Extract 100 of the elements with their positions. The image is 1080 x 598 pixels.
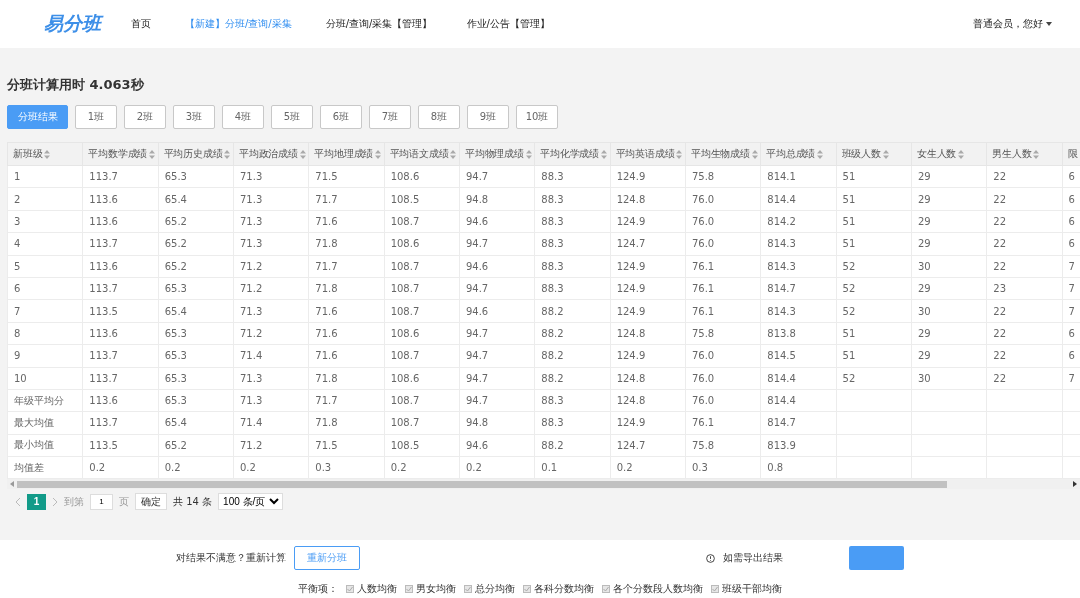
nav-link[interactable]: 分班/查询/采集【管理】	[325, 17, 433, 31]
scroll-left-icon[interactable]	[10, 481, 14, 488]
table-cell: 29	[911, 187, 987, 211]
column-header[interactable]: 平均语文成绩	[384, 142, 460, 166]
column-header[interactable]: 女生人数	[911, 142, 987, 166]
nav-link[interactable]: 首页	[131, 17, 151, 31]
class-tab[interactable]: 5班	[271, 105, 313, 129]
table-cell: 71.6	[308, 210, 385, 233]
column-header[interactable]: 平均历史成绩	[158, 142, 234, 166]
sort-icon[interactable]	[224, 149, 231, 159]
sort-icon[interactable]	[450, 149, 457, 159]
class-tab[interactable]: 7班	[369, 105, 411, 129]
table-cell: 65.3	[158, 367, 234, 390]
sort-icon[interactable]	[1033, 149, 1040, 159]
table-cell: 94.6	[459, 255, 535, 278]
table-cell: 113.5	[82, 434, 159, 457]
column-header[interactable]: 平均数学成绩	[82, 142, 159, 166]
table-cell: 71.6	[308, 322, 385, 345]
table-cell: 22	[986, 367, 1063, 390]
table-cell: 71.8	[308, 277, 385, 300]
table-cell: 94.7	[459, 165, 535, 188]
column-header[interactable]: 平均政治成绩	[233, 142, 309, 166]
table-cell: 52	[836, 367, 912, 390]
column-header[interactable]: 平均化学成绩	[534, 142, 611, 166]
table-cell: 51	[836, 165, 912, 188]
column-header[interactable]: 男生人数	[986, 142, 1063, 166]
table-cell: 94.6	[459, 299, 535, 323]
table-cell: 75.8	[685, 165, 761, 188]
class-tab[interactable]: 2班	[124, 105, 166, 129]
nav-link[interactable]: 作业/公告【管理】	[466, 17, 550, 31]
table-cell: 124.7	[610, 434, 686, 457]
page-size-select[interactable]: 100 条/页	[218, 493, 284, 511]
sort-icon[interactable]	[676, 149, 683, 159]
scroll-right-icon[interactable]	[1073, 481, 1077, 488]
sort-icon[interactable]	[525, 149, 532, 159]
sort-icon[interactable]	[149, 149, 156, 159]
table-cell: 71.2	[233, 277, 309, 300]
sort-icon[interactable]	[44, 149, 51, 159]
table-cell: 76.0	[685, 232, 761, 256]
table-cell: 22	[986, 187, 1063, 211]
page-input[interactable]: 1	[90, 493, 113, 510]
column-header[interactable]: 班级人数	[836, 142, 912, 166]
next-page-icon[interactable]	[52, 496, 58, 507]
table-cell: 52	[836, 277, 912, 300]
class-tab[interactable]: 3班	[173, 105, 215, 129]
class-tab[interactable]: 10班	[516, 105, 558, 129]
sort-icon[interactable]	[299, 149, 306, 159]
class-tab[interactable]: 6班	[320, 105, 362, 129]
table-cell: 76.0	[685, 210, 761, 233]
table-cell: 94.6	[459, 434, 535, 457]
user-menu[interactable]: 普通会员，您好	[973, 17, 1052, 31]
table-cell: 65.2	[158, 434, 234, 457]
table-cell: 71.2	[233, 322, 309, 345]
table-cell: 108.6	[384, 322, 460, 345]
table-cell: 30	[911, 255, 987, 278]
table-cell: 71.3	[233, 232, 309, 256]
column-header[interactable]: 平均英语成绩	[610, 142, 686, 166]
table-cell: 51	[836, 210, 912, 233]
table-cell: 108.5	[384, 187, 460, 211]
export-tip: 如需导出结果	[723, 551, 783, 565]
sort-icon[interactable]	[958, 149, 965, 159]
table-cell: 51	[836, 187, 912, 211]
column-header[interactable]: 平均生物成绩	[685, 142, 761, 166]
column-header[interactable]: 平均总成绩	[760, 142, 837, 166]
table-cell: 22	[986, 165, 1063, 188]
horizontal-scrollbar[interactable]	[7, 479, 1080, 490]
table-cell: 7	[7, 299, 83, 323]
sort-icon[interactable]	[817, 149, 824, 159]
table-cell: 88.3	[534, 411, 611, 435]
confirm-button[interactable]: 确定	[135, 493, 167, 511]
table-cell: 88.3	[534, 232, 611, 256]
class-tab[interactable]: 8班	[418, 105, 460, 129]
column-header[interactable]: 平均地理成绩	[308, 142, 385, 166]
table-cell: 65.4	[158, 187, 234, 211]
table-cell: 22	[986, 210, 1063, 233]
column-header[interactable]: 平均物理成绩	[459, 142, 535, 166]
table-cell: 22	[986, 232, 1063, 256]
class-tab[interactable]: 1班	[75, 105, 117, 129]
table-cell: 108.5	[384, 434, 460, 457]
column-header[interactable]: 新班级	[7, 142, 83, 166]
table-cell: 813.8	[760, 322, 837, 345]
table-cell: 6	[7, 277, 83, 300]
table-cell: 108.6	[384, 165, 460, 188]
sort-icon[interactable]	[751, 149, 758, 159]
class-tab[interactable]: 4班	[222, 105, 264, 129]
table-cell: 3	[7, 210, 83, 233]
table-cell: 0.2	[158, 456, 234, 479]
nav-link[interactable]: 【新建】分班/查询/采集	[185, 17, 292, 31]
class-tab[interactable]: 9班	[467, 105, 509, 129]
sort-icon[interactable]	[882, 149, 889, 159]
sort-icon[interactable]	[375, 149, 382, 159]
table-cell: 113.6	[82, 187, 159, 211]
sort-icon[interactable]	[601, 149, 608, 159]
table-cell: 124.8	[610, 187, 686, 211]
table-cell: 814.4	[760, 389, 837, 412]
table-cell: 65.3	[158, 322, 234, 345]
table-cell: 113.7	[82, 344, 159, 367]
table-cell: 71.3	[233, 165, 309, 188]
balance-label: 平衡项：	[298, 582, 338, 596]
previous-page-icon[interactable]	[15, 496, 21, 507]
